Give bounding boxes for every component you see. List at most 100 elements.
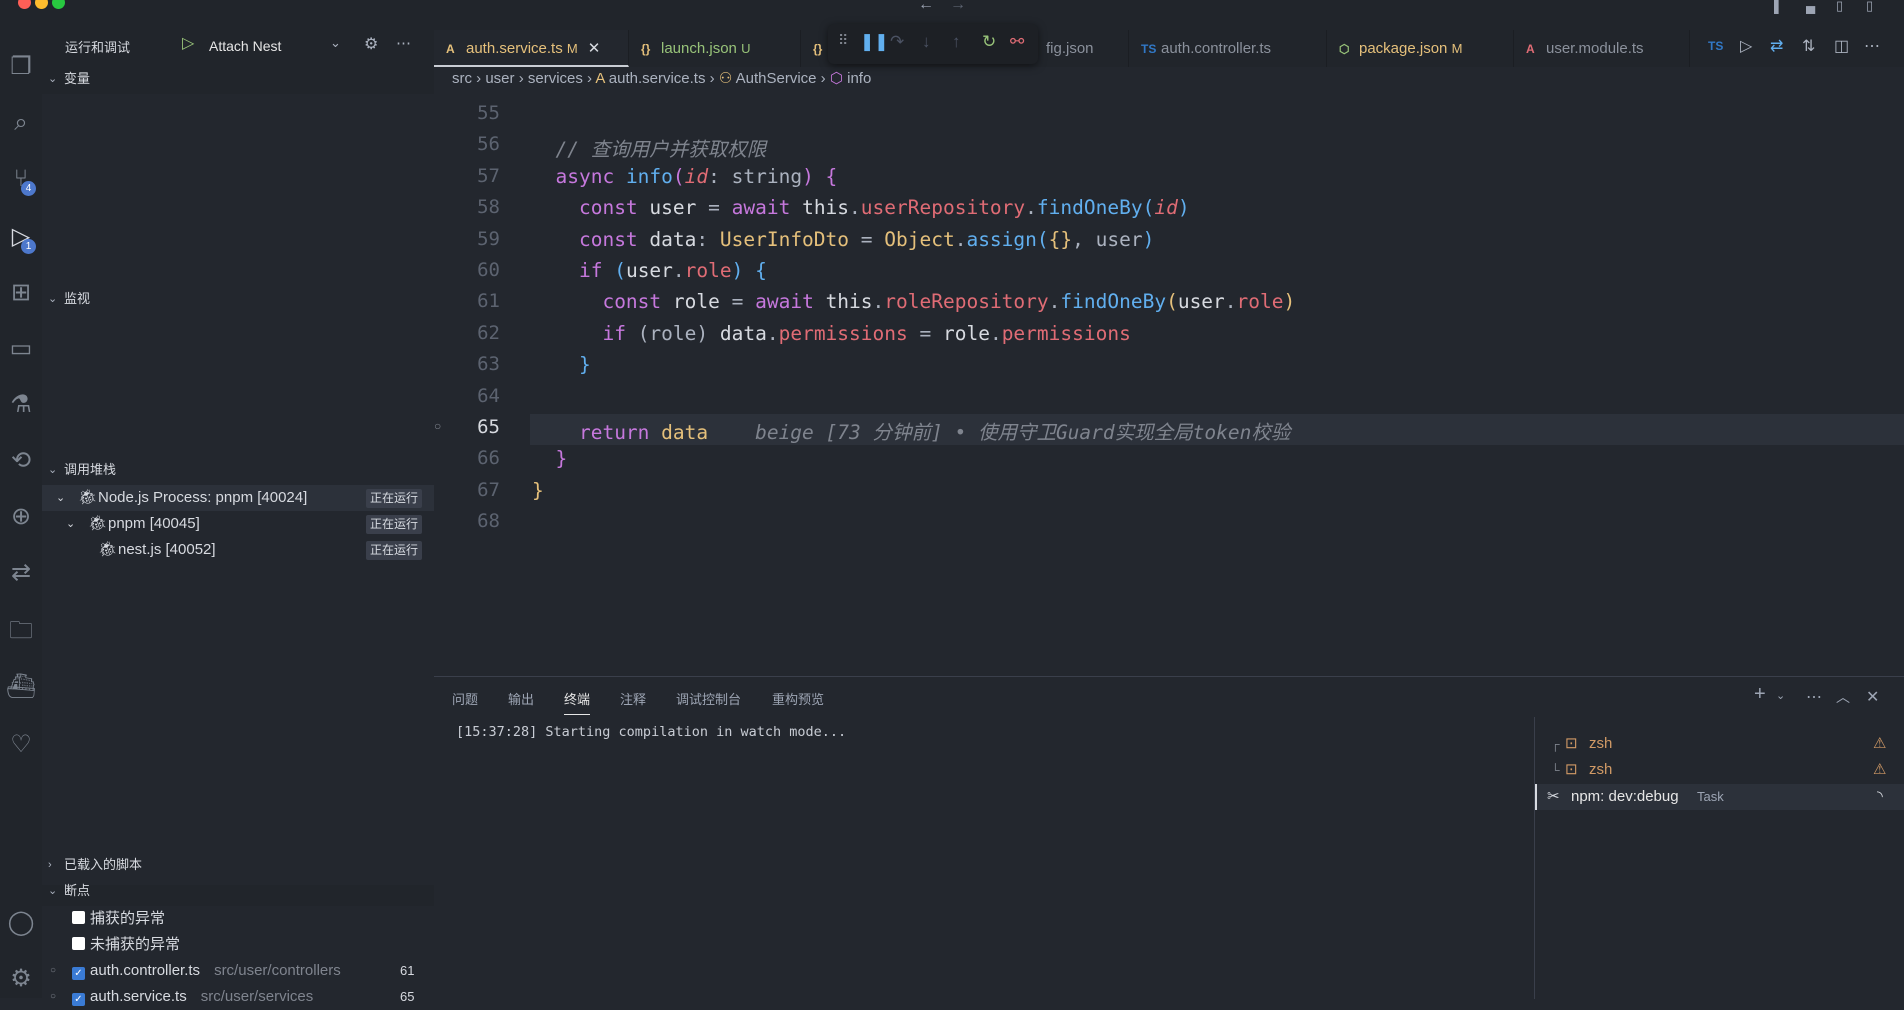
code-line[interactable]: const user = await this.userRepository.f… xyxy=(532,196,1190,219)
customize-layout-icon[interactable]: ▯ xyxy=(1866,0,1873,14)
restart-icon[interactable]: ↻ xyxy=(982,32,996,52)
nav-forward-button[interactable]: → xyxy=(950,0,966,14)
code-line[interactable]: } xyxy=(532,447,567,470)
breadcrumb-item[interactable]: src xyxy=(452,70,472,87)
breadcrumb-item[interactable]: services xyxy=(528,70,583,87)
panel-tab[interactable]: 问题 xyxy=(452,689,478,708)
new-terminal-icon[interactable]: + xyxy=(1754,683,1766,706)
run-file-icon[interactable]: ▷ xyxy=(1740,36,1752,56)
minimize-window-button[interactable] xyxy=(35,0,48,9)
split-editor-icon[interactable]: ◫ xyxy=(1834,36,1849,56)
maximize-panel-icon[interactable]: ︿ xyxy=(1836,687,1850,707)
code-token: return xyxy=(578,421,662,444)
code-line[interactable]: const data: UserInfoDto = Object.assign(… xyxy=(532,228,1154,251)
breakpoints-header[interactable]: ⌄ 断点 xyxy=(42,876,434,906)
tab-user-module[interactable]: Auser.module.ts xyxy=(1514,30,1690,67)
more-actions-icon[interactable]: ⋯ xyxy=(396,34,411,52)
tab-auth-controller[interactable]: TS auth.controller.ts xyxy=(1129,30,1327,67)
sync-action-icon[interactable]: ⇄ xyxy=(1770,36,1783,56)
terminal-output[interactable]: [15:37:28] Starting compilation in watch… xyxy=(456,724,846,740)
account-icon[interactable]: ◯ xyxy=(4,906,38,940)
code-line[interactable]: async info(id: string) { xyxy=(532,165,837,188)
breakpoint-item[interactable]: 捕获的异常 xyxy=(42,906,434,932)
remote-explorer-icon[interactable]: ▭ xyxy=(4,332,38,366)
checkbox[interactable] xyxy=(72,937,85,950)
docker-icon[interactable]: ⛴ xyxy=(4,670,38,704)
code-line[interactable]: const role = await this.roleRepository.f… xyxy=(532,290,1295,313)
settings-gear-icon[interactable]: ⚙ xyxy=(4,962,38,996)
testing-icon[interactable]: ⚗ xyxy=(4,388,38,422)
terminal-item[interactable]: └ ⊡ zsh ⚠ xyxy=(1535,757,1904,783)
step-into-icon[interactable]: ↓ xyxy=(922,32,931,52)
tab-package-json[interactable]: ⬡ package.json M xyxy=(1327,30,1514,67)
checkbox[interactable]: ✓ xyxy=(72,967,85,980)
step-out-icon[interactable]: ↑ xyxy=(952,32,961,52)
disconnect-icon[interactable]: ⚯ xyxy=(1010,32,1024,52)
pause-icon[interactable]: ❚❚ xyxy=(860,32,889,52)
terminal-item-active[interactable]: ✂ npm: dev:debug Task ◝ xyxy=(1535,784,1904,810)
watch-header[interactable]: ⌄ 监视 xyxy=(42,284,434,314)
run-debug-icon[interactable]: ▷ 1 xyxy=(4,220,38,254)
chevron-down-icon: ⌄ xyxy=(48,73,58,85)
code-editor[interactable]: 55 56 // 查询用户并获取权限 57 async info(id: strin… xyxy=(434,100,1904,675)
compare-changes-icon[interactable]: ⇅ xyxy=(1802,36,1815,56)
variables-header[interactable]: ⌄ 变量 xyxy=(42,64,434,94)
gear-icon[interactable]: ⚙ xyxy=(364,34,378,54)
source-control-icon[interactable]: ⑂ 4 xyxy=(4,162,38,196)
breadcrumb-item[interactable]: auth.service.ts xyxy=(609,70,706,87)
code-line[interactable]: // 查询用户并获取权限 xyxy=(532,133,766,162)
thread-row[interactable]: 🐞︎ nest.js [40052] 正在运行 xyxy=(42,537,434,563)
folder-icon[interactable]: 🗀 xyxy=(4,614,38,648)
code-line[interactable]: return data beige [73 分钟前] • 使用守卫Guard实现… xyxy=(532,416,1290,445)
breadcrumb-item[interactable]: info xyxy=(847,70,871,87)
breakpoint-item[interactable]: 未捕获的异常 xyxy=(42,932,434,958)
callstack-header[interactable]: ⌄ 调用堆栈 xyxy=(42,455,434,485)
debug-config-select[interactable]: Attach Nest xyxy=(209,38,281,54)
panel-tab[interactable]: 重构预览 xyxy=(772,689,824,708)
tab-launch-json[interactable]: {} launch.json U xyxy=(629,30,801,67)
breadcrumb-item[interactable]: AuthService xyxy=(736,70,817,87)
panel-tab[interactable]: 调试控制台 xyxy=(676,689,741,708)
code-token: userRepository xyxy=(860,196,1026,220)
thread-row[interactable]: ⌄ 🐞︎ pnpm [40045] 正在运行 xyxy=(42,511,434,537)
toggle-secondary-icon[interactable]: ▯ xyxy=(1836,0,1843,14)
more-actions-icon[interactable]: ⋯ xyxy=(1864,36,1880,56)
panel-tab[interactable]: 注释 xyxy=(620,689,646,708)
close-tab-icon[interactable]: ✕ xyxy=(588,40,601,57)
checkbox[interactable]: ✓ xyxy=(72,993,85,1006)
checkbox[interactable] xyxy=(72,911,85,924)
more-actions-icon[interactable]: ⋯ xyxy=(1806,687,1822,707)
toggle-panel-icon[interactable]: ▄ xyxy=(1806,0,1815,13)
code-token: user xyxy=(625,259,673,282)
code-line[interactable]: } xyxy=(532,353,591,376)
close-window-button[interactable] xyxy=(18,0,31,9)
nav-back-button[interactable]: ← xyxy=(918,0,934,14)
breakpoint-item[interactable]: ○ ✓ auth.controller.ts src/user/controllers… xyxy=(42,958,434,984)
sync-icon[interactable]: ⇄ xyxy=(4,556,38,590)
globe-icon[interactable]: ⊕ xyxy=(4,500,38,534)
toggle-sidebar-icon[interactable]: ▌ xyxy=(1774,0,1783,13)
breadcrumb-item[interactable]: user xyxy=(485,70,514,87)
gitlens-icon[interactable]: ♡ xyxy=(4,728,38,762)
typescript-action-icon[interactable]: TS xyxy=(1708,39,1723,53)
close-panel-icon[interactable]: ✕ xyxy=(1866,687,1879,707)
code-line[interactable]: if (user.role) { xyxy=(532,259,767,282)
thread-row[interactable]: ⌄ 🐞︎ Node.js Process: pnpm [40024] 正在运行 xyxy=(42,485,434,511)
panel-tab[interactable]: 输出 xyxy=(508,689,534,708)
search-icon[interactable]: ⌕ xyxy=(4,106,38,140)
extensions-icon[interactable]: ⊞ xyxy=(4,276,38,310)
maximize-window-button[interactable] xyxy=(52,0,65,9)
timeline-icon[interactable]: ⟲ xyxy=(4,444,38,478)
tab-auth-service[interactable]: Aauth.service.ts M ✕ xyxy=(434,30,629,67)
code-line[interactable]: if (role) data.permissions = role.permis… xyxy=(532,322,1130,345)
panel-tab[interactable]: 终端 xyxy=(564,689,591,715)
drag-handle-icon[interactable]: ⠿ xyxy=(838,32,848,49)
step-over-icon[interactable]: ↷ xyxy=(890,32,904,52)
start-debug-icon[interactable]: ▷ xyxy=(182,33,194,53)
terminal-dropdown-icon[interactable]: ⌄ xyxy=(1776,689,1785,702)
code-line[interactable]: } xyxy=(532,479,544,502)
config-dropdown-icon[interactable]: ⌄ xyxy=(330,35,341,51)
explorer-icon[interactable]: ❐ xyxy=(4,50,38,84)
breakpoint-item[interactable]: ○ ✓ auth.service.ts src/user/services 65 xyxy=(42,984,434,1010)
terminal-item[interactable]: ┌ ⊡ zsh ⚠ xyxy=(1535,731,1904,757)
